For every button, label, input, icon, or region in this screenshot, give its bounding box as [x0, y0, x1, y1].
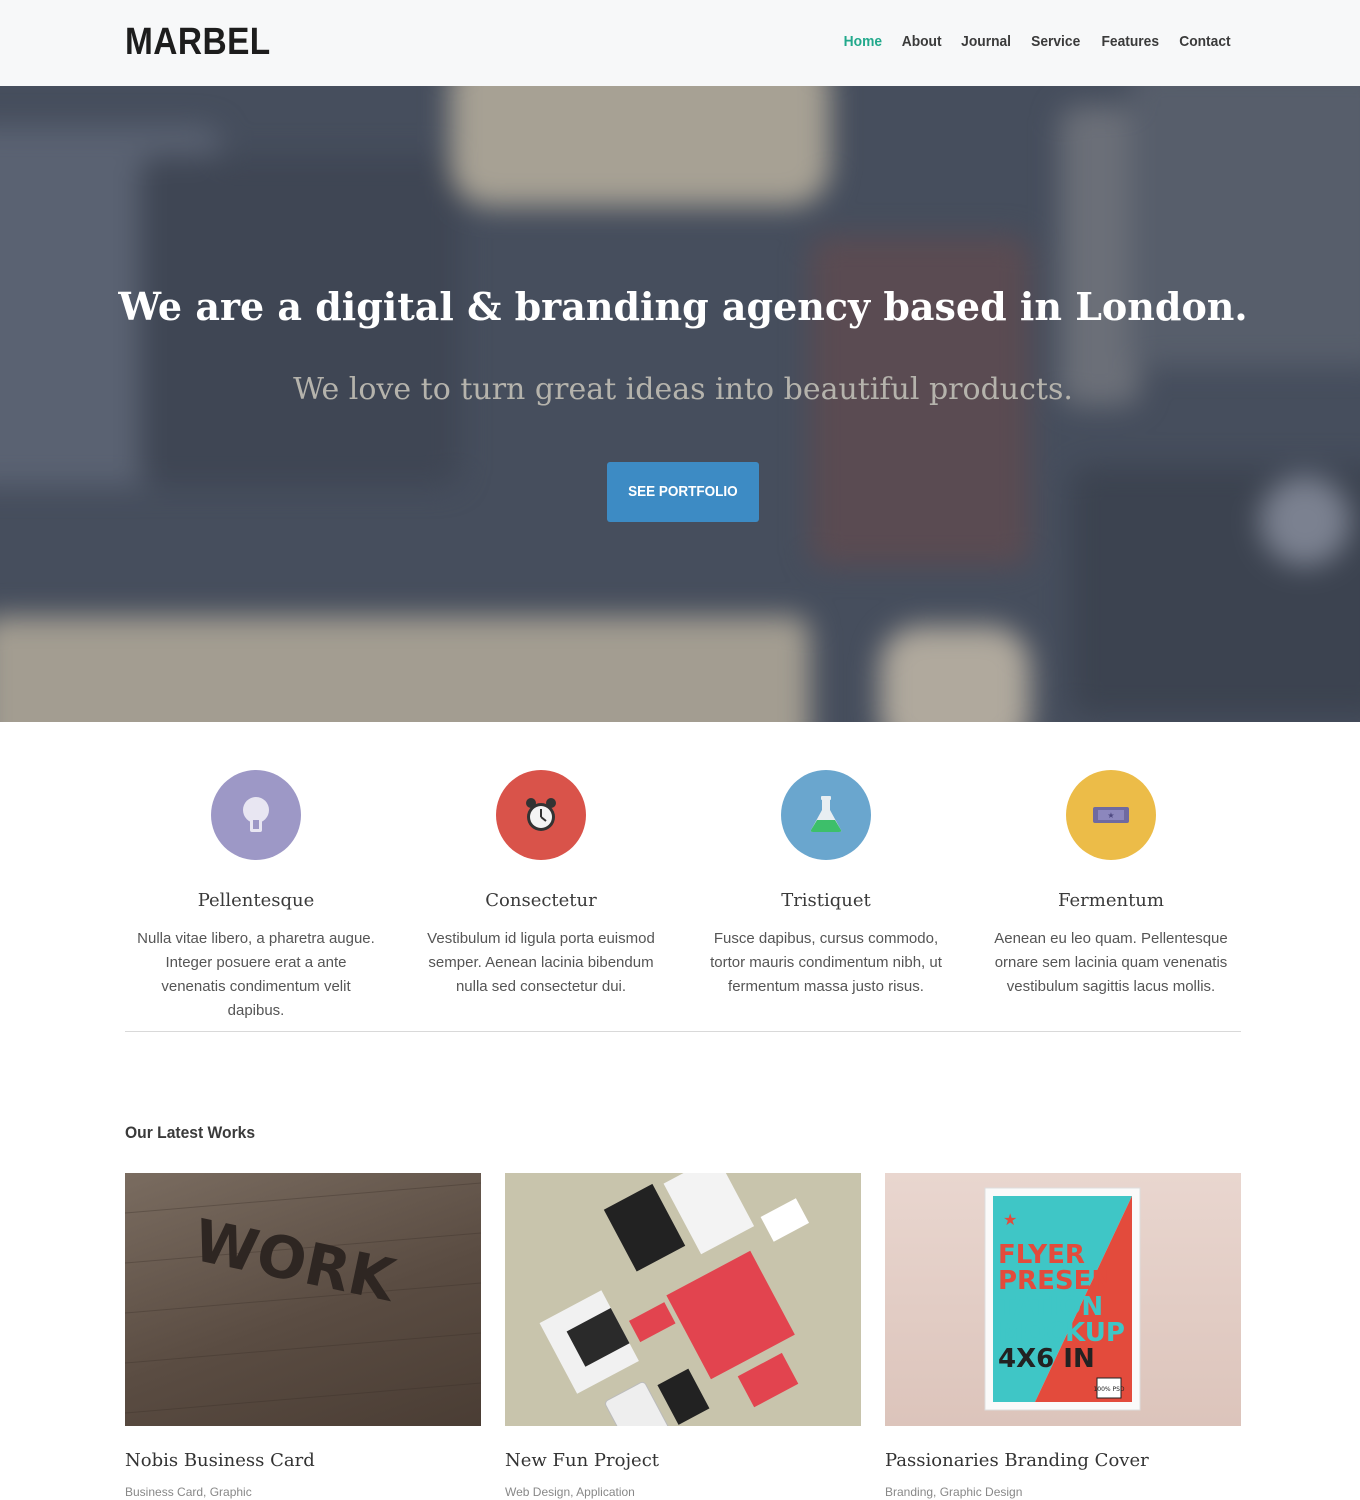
- work-thumbnail[interactable]: [505, 1173, 861, 1426]
- hero-section: We are a digital & branding agency based…: [0, 86, 1360, 722]
- feature-text: Nulla vitae libero, a pharetra augue. In…: [137, 930, 375, 1019]
- svg-text:★: ★: [1003, 1210, 1017, 1229]
- poster-line: 4X6 IN: [998, 1344, 1095, 1374]
- ticket-icon: ★: [1093, 807, 1129, 823]
- nav-item-contact[interactable]: Contact: [1179, 32, 1230, 52]
- works-heading: Our Latest Works: [125, 1123, 256, 1142]
- svg-text:★: ★: [1107, 811, 1114, 820]
- work-categories: Business Card, Graphic: [125, 1485, 252, 1499]
- feature-icon-circle: [781, 770, 871, 860]
- feature-text: Fusce dapibus, cursus commodo, tortor ma…: [710, 930, 942, 995]
- site-logo[interactable]: MARBEL: [125, 20, 271, 64]
- flask-icon: [810, 796, 842, 832]
- work-card[interactable]: FLYER PRESEN TATION MOCKUP 4X6 IN ★ 100%…: [885, 1173, 1241, 1499]
- site-header: MARBEL Home About Journal Service Featur…: [0, 0, 1360, 86]
- work-card[interactable]: WORK Nobis Business Card Business Card, …: [125, 1173, 481, 1499]
- feature-item: Consectetur Vestibulum id ligula porta e…: [411, 770, 671, 999]
- poster-badge: 100% PSD: [1093, 1386, 1124, 1393]
- hero-title: We are a digital & branding agency based…: [118, 284, 1248, 329]
- work-thumbnail[interactable]: FLYER PRESEN TATION MOCKUP 4X6 IN ★ 100%…: [885, 1173, 1241, 1426]
- feature-text: Vestibulum id ligula porta euismod sempe…: [427, 930, 655, 995]
- feature-icon-circle: [211, 770, 301, 860]
- feature-item: ★ Fermentum Aenean eu leo quam. Pellente…: [981, 770, 1241, 999]
- flyer-poster-image: FLYER PRESEN TATION MOCKUP 4X6 IN ★ 100%…: [984, 1187, 1141, 1411]
- work-categories: Web Design, Application: [505, 1485, 635, 1499]
- feature-item: Pellentesque Nulla vitae libero, a phare…: [126, 770, 386, 1023]
- work-title[interactable]: New Fun Project: [505, 1450, 861, 1471]
- work-title[interactable]: Passionaries Branding Cover: [885, 1450, 1241, 1471]
- wood-letters-image: WORK: [125, 1182, 481, 1414]
- feature-icon-circle: ★: [1066, 770, 1156, 860]
- work-categories: Branding, Graphic Design: [885, 1485, 1023, 1499]
- feature-title: Pellentesque: [197, 890, 315, 911]
- work-thumbnail[interactable]: WORK: [125, 1173, 481, 1426]
- nav-item-service[interactable]: Service: [1031, 32, 1080, 52]
- work-title[interactable]: Nobis Business Card: [125, 1450, 481, 1471]
- feature-title: Fermentum: [1058, 890, 1164, 911]
- stationery-mockup-image: [539, 1173, 810, 1426]
- see-portfolio-button[interactable]: SEE PORTFOLIO: [607, 462, 759, 522]
- feature-icon-circle: [496, 770, 586, 860]
- work-card[interactable]: New Fun Project Web Design, Application: [505, 1173, 861, 1499]
- nav-item-about[interactable]: About: [901, 32, 941, 52]
- nav-item-home[interactable]: Home: [844, 32, 882, 52]
- feature-text: Aenean eu leo quam. Pellentesque ornare …: [994, 930, 1228, 995]
- feature-title: Tristiquet: [781, 890, 871, 911]
- feature-item: Tristiquet Fusce dapibus, cursus commodo…: [696, 770, 956, 999]
- nav-item-journal[interactable]: Journal: [961, 32, 1011, 52]
- main-nav: Home About Journal Service Features Cont…: [826, 32, 1233, 52]
- lightbulb-icon: [243, 797, 269, 832]
- nav-item-features[interactable]: Features: [1101, 32, 1159, 52]
- section-divider: [125, 1031, 1241, 1032]
- feature-title: Consectetur: [485, 890, 597, 911]
- hero-subtitle: We love to turn great ideas into beautif…: [293, 372, 1073, 407]
- alarm-clock-icon: [526, 798, 556, 831]
- see-portfolio-label: SEE PORTFOLIO: [628, 483, 738, 500]
